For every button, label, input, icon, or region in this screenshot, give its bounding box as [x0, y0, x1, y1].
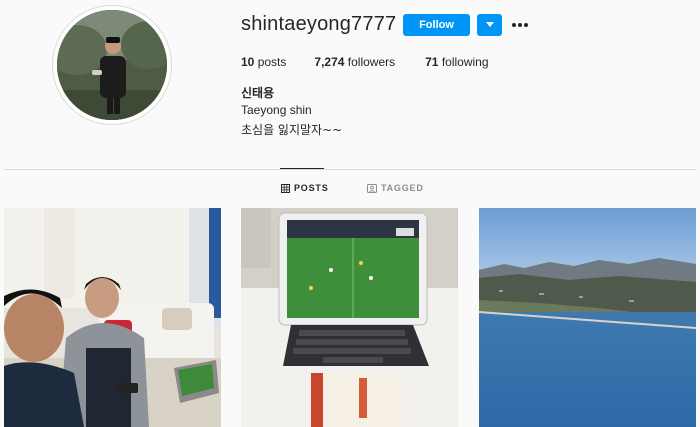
bio-line: Taeyong shin — [241, 103, 312, 117]
followers-count: 7,274 — [314, 55, 345, 69]
bio-line: 초심을 잃지말자~~ — [241, 123, 343, 137]
more-dot-icon — [518, 23, 522, 27]
more-dot-icon — [512, 23, 516, 27]
posts-label: posts — [257, 55, 287, 69]
avatar[interactable] — [57, 10, 167, 120]
more-options-button[interactable] — [510, 14, 530, 36]
tag-icon — [367, 183, 377, 193]
tab-posts[interactable]: POSTS — [281, 183, 329, 193]
profile-page: shintaeyong7777 Follow 10 posts 7,274 fo… — [0, 0, 700, 427]
tab-posts-label: POSTS — [294, 183, 329, 193]
grid-icon — [281, 183, 290, 193]
caret-down-icon — [485, 22, 494, 27]
followers-label: followers — [347, 55, 396, 69]
suggested-accounts-button[interactable] — [477, 14, 502, 36]
profile-full-name: 신태용 — [241, 86, 275, 100]
profile-stats: 10 posts 7,274 followers 71 following — [241, 55, 517, 69]
followers-stat[interactable]: 7,274 followers — [314, 55, 395, 69]
posts-stat: 10 posts — [241, 55, 286, 69]
following-label: following — [441, 55, 489, 69]
post-thumbnail[interactable] — [241, 208, 458, 427]
following-stat[interactable]: 71 following — [425, 55, 488, 69]
post-thumbnail[interactable] — [479, 208, 696, 427]
more-dot-icon — [524, 23, 528, 27]
post-image — [4, 208, 221, 427]
posts-count: 10 — [241, 55, 255, 69]
tab-tagged-label: TAGGED — [381, 183, 424, 193]
post-image — [479, 208, 696, 427]
avatar-ring[interactable] — [52, 5, 172, 125]
tabs-divider — [4, 169, 696, 170]
post-image — [241, 208, 458, 427]
post-thumbnail[interactable] — [4, 208, 221, 427]
tab-tagged[interactable]: TAGGED — [367, 183, 424, 193]
following-count: 71 — [425, 55, 439, 69]
active-tab-indicator — [280, 168, 324, 169]
profile-username: shintaeyong7777 — [241, 13, 397, 35]
follow-button[interactable]: Follow — [403, 14, 470, 36]
